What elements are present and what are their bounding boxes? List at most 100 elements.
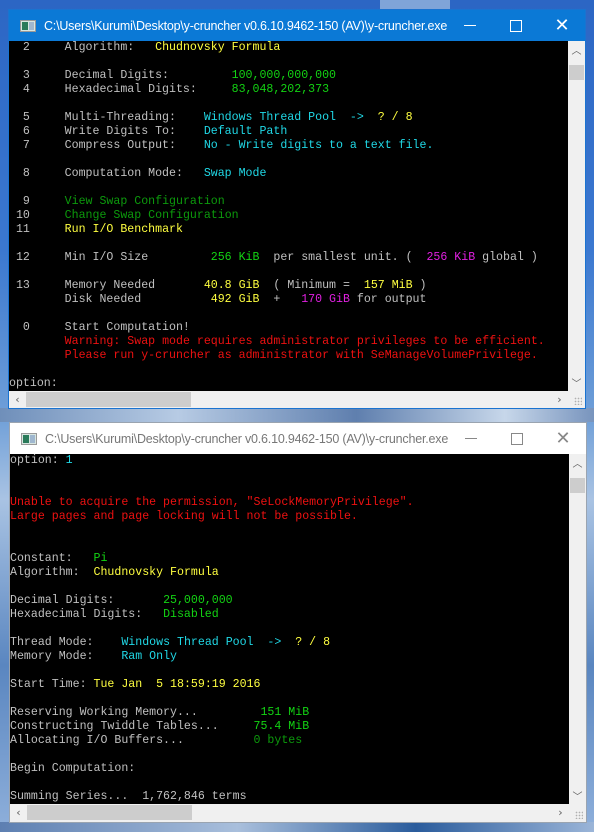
console-text: Disk Needed <box>9 293 211 306</box>
chevron-right-icon: › <box>557 393 562 406</box>
chevron-right-icon: › <box>558 806 563 819</box>
console-text: 151 MiB <box>260 706 310 719</box>
console-line: Warning: Swap mode requires administrato… <box>9 335 568 349</box>
console-text: per smallest unit. ( <box>259 251 427 264</box>
scroll-left-button[interactable]: ‹ <box>9 391 26 408</box>
console-text: Run I/O Benchmark <box>64 223 183 236</box>
console-line: 11 Run I/O Benchmark <box>9 223 568 237</box>
console-text: Pi <box>93 552 108 565</box>
console-text: 5 Multi-Threading: <box>9 111 204 124</box>
scroll-down-button[interactable]: ﹀ <box>569 787 586 804</box>
console-line: 13 Memory Needed 40.8 GiB ( Minimum = 15… <box>9 279 568 293</box>
console-text: ? / 8 <box>295 636 331 649</box>
scroll-up-button[interactable]: ︿ <box>568 41 585 58</box>
minimize-button[interactable] <box>447 10 493 41</box>
scroll-down-button[interactable]: ﹀ <box>568 374 585 391</box>
console-window-inactive[interactable]: C:\Users\Kurumi\Desktop\y-cruncher v0.6.… <box>9 422 587 823</box>
console-text: Allocating I/O Buffers... <box>10 734 254 747</box>
console-text: Tue Jan 5 18:59:19 2016 <box>93 678 261 691</box>
window-title: C:\Users\Kurumi\Desktop\y-cruncher v0.6.… <box>43 18 448 33</box>
console-text: Ram Only <box>121 650 177 663</box>
console-text: Warning: Swap mode requires administrato… <box>64 335 545 348</box>
console-line: 0 Start Computation! <box>9 321 568 335</box>
console-text: 492 GiB <box>210 293 260 306</box>
console-text: Summing Series... 1,762,846 terms <box>10 790 247 803</box>
console-text: Start Time: <box>10 678 94 691</box>
console-output[interactable]: option: 1 Unable to acquire the permissio… <box>10 454 569 804</box>
console-text: 13 Memory Needed <box>9 279 204 292</box>
console-text: Swap Mode <box>203 167 267 180</box>
console-app-icon[interactable] <box>20 19 36 32</box>
console-app-icon[interactable] <box>21 432 37 445</box>
console-line: Disk Needed 492 GiB + 170 GiB for output <box>9 293 568 307</box>
chevron-down-icon: ﹀ <box>572 792 583 803</box>
resize-grip[interactable] <box>569 804 586 822</box>
console-line: 2 Algorithm: Chudnovsky Formula <box>9 41 568 55</box>
chevron-left-icon: ‹ <box>16 806 21 819</box>
console-text: 100,000,000,000 <box>231 69 337 82</box>
console-text: Constructing Twiddle Tables... <box>10 720 254 733</box>
maximize-button[interactable] <box>493 10 539 41</box>
console-line: 5 Multi-Threading: Windows Thread Pool -… <box>9 111 568 125</box>
console-text: 40.8 GiB <box>203 279 260 292</box>
console-text: Algorithm: <box>10 566 94 579</box>
console-text: ? / 8 <box>377 111 413 124</box>
vertical-scroll-thumb[interactable] <box>569 65 584 80</box>
console-text: 10 <box>9 209 65 222</box>
console-line: 8 Computation Mode: Swap Mode <box>9 167 568 181</box>
horizontal-scrollbar[interactable]: ‹ › <box>9 391 568 408</box>
vertical-scrollbar[interactable]: ︿ ﹀ <box>568 41 585 391</box>
desktop-background <box>0 822 594 832</box>
console-line: Hexadecimal Digits: Disabled <box>10 608 569 622</box>
title-bar[interactable]: C:\Users\Kurumi\Desktop\y-cruncher v0.6.… <box>9 10 585 41</box>
console-line: Constructing Twiddle Tables... 75.4 MiB <box>10 720 569 734</box>
vertical-scrollbar[interactable]: ︿ ﹀ <box>569 454 586 804</box>
close-icon: ✕ <box>554 14 570 36</box>
scroll-up-button[interactable]: ︿ <box>569 454 586 471</box>
console-line: Start Time: Tue Jan 5 18:59:19 2016 <box>10 678 569 692</box>
maximize-icon <box>510 19 523 32</box>
console-text: 1 <box>65 454 73 467</box>
resize-grip[interactable] <box>568 391 585 408</box>
title-bar[interactable]: C:\Users\Kurumi\Desktop\y-cruncher v0.6.… <box>10 423 586 454</box>
console-text: Default Path <box>203 125 288 138</box>
console-text: option: <box>10 454 66 467</box>
console-line: Constant: Pi <box>10 552 569 566</box>
console-line: Begin Computation: <box>10 762 569 776</box>
horizontal-scrollbar[interactable]: ‹ › <box>10 804 569 822</box>
maximize-button[interactable] <box>494 423 540 454</box>
console-text: option: <box>9 377 65 390</box>
vertical-scroll-thumb[interactable] <box>570 478 585 493</box>
console-text: Chudnovsky Formula <box>93 566 219 579</box>
console-text: 4 Hexadecimal Digits: <box>9 83 232 96</box>
console-window-active[interactable]: C:\Users\Kurumi\Desktop\y-cruncher v0.6.… <box>8 9 586 409</box>
window-title: C:\Users\Kurumi\Desktop\y-cruncher v0.6.… <box>44 431 449 446</box>
console-line: 10 Change Swap Configuration <box>9 209 568 223</box>
console-line: 4 Hexadecimal Digits: 83,048,202,373 <box>9 83 568 97</box>
console-text: Begin Computation: <box>10 762 136 775</box>
close-button[interactable]: ✕ <box>540 423 586 454</box>
horizontal-scroll-thumb[interactable] <box>26 392 191 407</box>
console-text: Unable to acquire the permission, "SeLoc… <box>10 496 414 509</box>
console-text: Large pages and page locking will not be… <box>10 510 358 523</box>
desktop-background <box>0 408 594 422</box>
console-text: 0 Start Computation! <box>9 321 190 334</box>
console-text: Decimal Digits: <box>10 594 164 607</box>
console-output[interactable]: 2 Algorithm: Chudnovsky Formula 3 Decima… <box>9 41 568 391</box>
scroll-right-button[interactable]: › <box>552 804 569 821</box>
horizontal-scroll-thumb[interactable] <box>27 805 192 820</box>
console-line: 9 View Swap Configuration <box>9 195 568 209</box>
scroll-right-button[interactable]: › <box>551 391 568 408</box>
close-button[interactable]: ✕ <box>539 10 585 41</box>
minimize-button[interactable] <box>448 423 494 454</box>
console-text: 256 KiB <box>210 251 260 264</box>
scroll-left-button[interactable]: ‹ <box>10 804 27 821</box>
console-text: 0 bytes <box>253 734 303 747</box>
